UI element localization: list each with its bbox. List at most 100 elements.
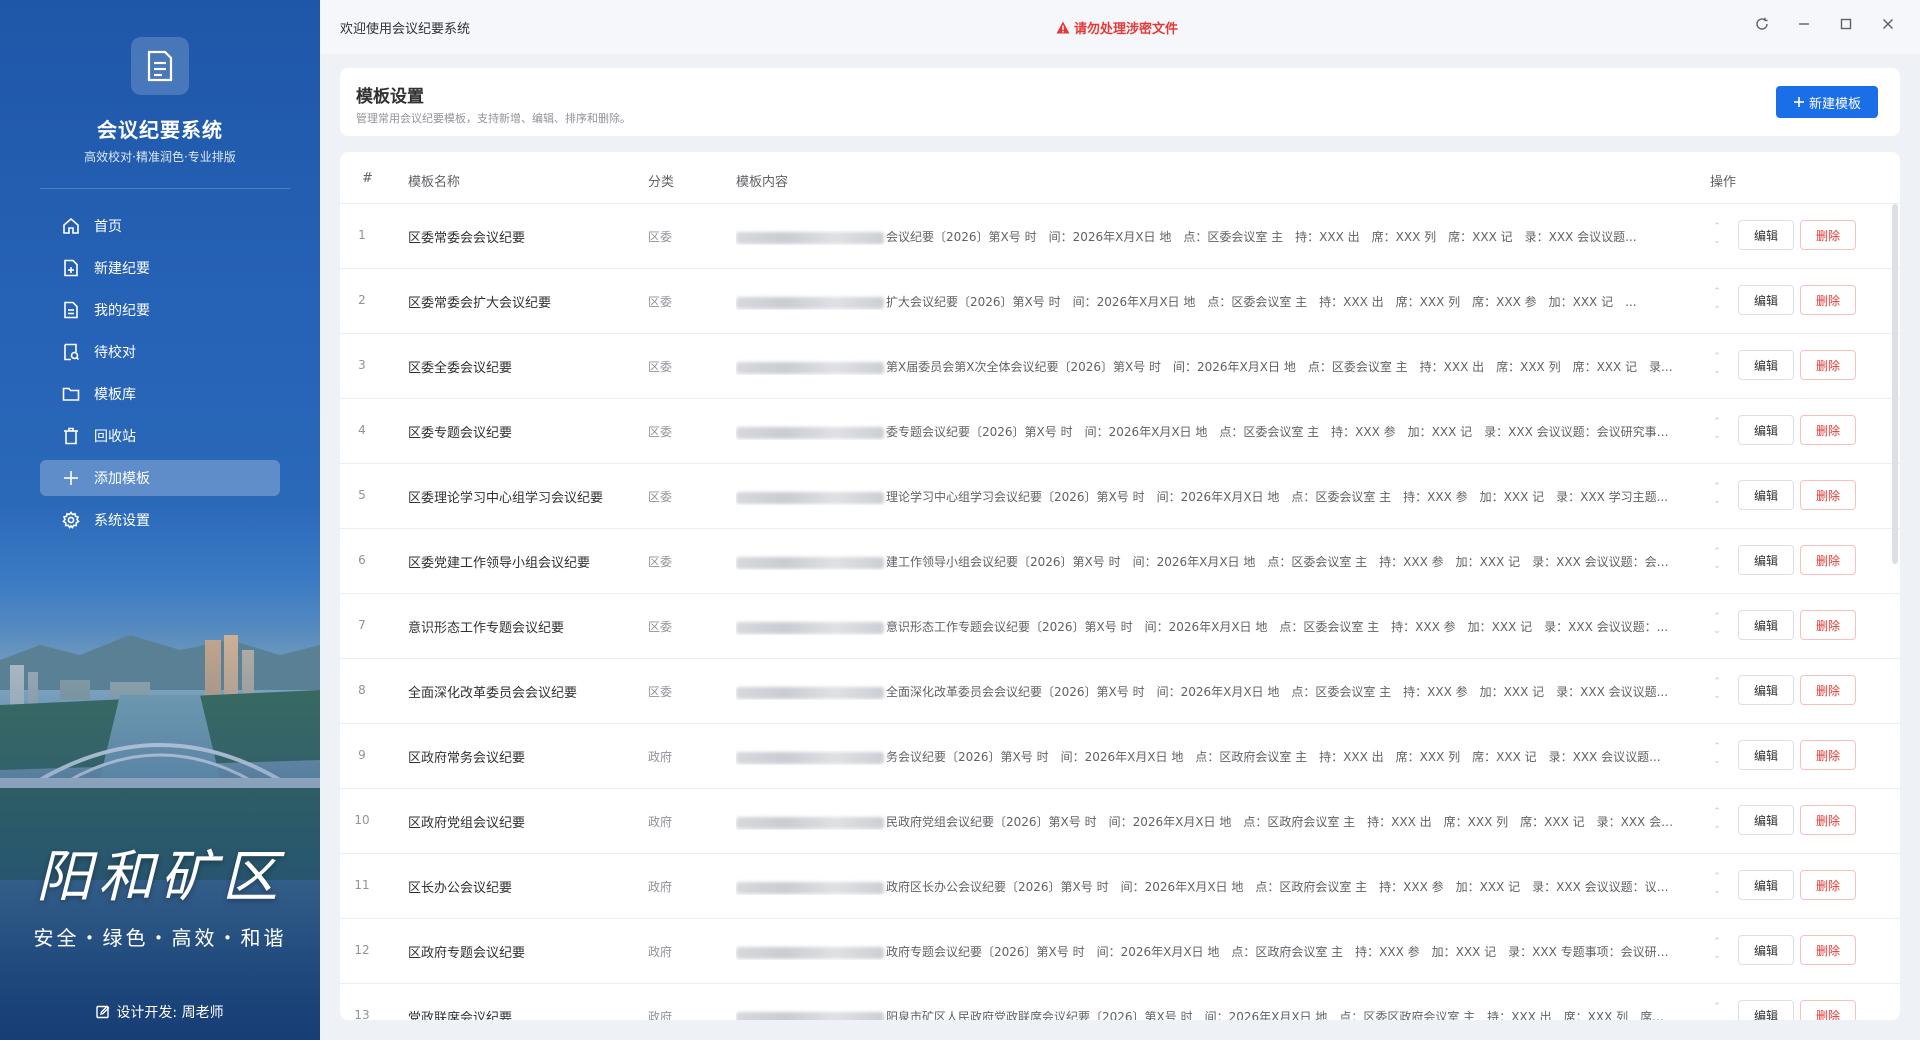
sort-handle[interactable]: ⌃⌄ (1712, 675, 1722, 703)
sort-down-icon[interactable]: ⌄ (1712, 364, 1722, 378)
sidebar-item-my-minutes[interactable]: 我的纪要 (40, 292, 280, 328)
delete-button[interactable]: 删除 (1800, 870, 1856, 900)
sort-down-icon[interactable]: ⌄ (1712, 494, 1722, 508)
sort-down-icon[interactable]: ⌄ (1712, 689, 1722, 703)
table-row[interactable]: 13 党政联席会议纪要 政府 阳泉市矿区人民政府党政联席会议纪要〔2026〕第X号 时… (340, 984, 1900, 1020)
sort-handle[interactable]: ⌃⌄ (1712, 350, 1722, 378)
edit-button[interactable]: 编辑 (1738, 285, 1794, 315)
redacted-text (736, 361, 884, 374)
sort-down-icon[interactable]: ⌄ (1712, 234, 1722, 248)
sort-handle[interactable]: ⌃⌄ (1712, 935, 1722, 963)
sort-handle[interactable]: ⌃⌄ (1712, 415, 1722, 443)
plus-icon (1793, 97, 1804, 107)
edit-button[interactable]: 编辑 (1738, 415, 1794, 445)
sort-down-icon[interactable]: ⌄ (1712, 559, 1722, 573)
sort-handle[interactable]: ⌃⌄ (1712, 545, 1722, 573)
sort-up-icon[interactable]: ⌃ (1712, 1000, 1722, 1014)
close-icon[interactable] (1880, 16, 1896, 32)
sort-down-icon[interactable]: ⌄ (1712, 819, 1722, 833)
edit-button[interactable]: 编辑 (1738, 805, 1794, 835)
table-row[interactable]: 8 全面深化改革委员会会议纪要 区委 全面深化改革委员会会议纪要〔2026〕第X号 时… (340, 659, 1900, 724)
sort-handle[interactable]: ⌃⌄ (1712, 610, 1722, 638)
table-row[interactable]: 3 区委全委会议纪要 区委 第X届委员会第X次全体会议纪要〔2026〕第X号 时 间：… (340, 334, 1900, 399)
sort-down-icon[interactable]: ⌄ (1712, 754, 1722, 768)
sort-up-icon[interactable]: ⌃ (1712, 935, 1722, 949)
sort-up-icon[interactable]: ⌃ (1712, 415, 1722, 429)
redacted-text (736, 881, 884, 894)
table-row[interactable]: 1 区委常委会会议纪要 区委 会议纪要〔2026〕第X号 时 间：2026年X月X日 … (340, 204, 1900, 269)
sort-up-icon[interactable]: ⌃ (1712, 740, 1722, 754)
edit-button[interactable]: 编辑 (1738, 1000, 1794, 1020)
delete-button[interactable]: 删除 (1800, 740, 1856, 770)
sort-down-icon[interactable]: ⌄ (1712, 624, 1722, 638)
sort-up-icon[interactable]: ⌃ (1712, 545, 1722, 559)
table-row[interactable]: 4 区委专题会议纪要 区委 委专题会议纪要〔2026〕第X号 时 间：2026年X月X… (340, 399, 1900, 464)
table-scrollbar[interactable] (1892, 204, 1898, 1014)
table-row[interactable]: 11 区长办公会议纪要 政府 政府区长办公会议纪要〔2026〕第X号 时 间：2026… (340, 854, 1900, 919)
sort-up-icon[interactable]: ⌃ (1712, 285, 1722, 299)
sort-handle[interactable]: ⌃⌄ (1712, 870, 1722, 898)
maximize-icon[interactable] (1838, 16, 1854, 32)
sort-handle[interactable]: ⌃⌄ (1712, 285, 1722, 313)
delete-button[interactable]: 删除 (1800, 220, 1856, 250)
new-template-button[interactable]: 新建模板 (1776, 86, 1878, 118)
sort-up-icon[interactable]: ⌃ (1712, 610, 1722, 624)
sort-up-icon[interactable]: ⌃ (1712, 350, 1722, 364)
sidebar-item-home[interactable]: 首页 (40, 208, 280, 244)
sort-up-icon[interactable]: ⌃ (1712, 220, 1722, 234)
column-header-category: 分类 (648, 175, 675, 190)
delete-button[interactable]: 删除 (1800, 935, 1856, 965)
table-row[interactable]: 9 区政府常务会议纪要 政府 务会议纪要〔2026〕第X号 时 间：2026年X月X日… (340, 724, 1900, 789)
table-row[interactable]: 10 区政府党组会议纪要 政府 民政府党组会议纪要〔2026〕第X号 时 间：2026… (340, 789, 1900, 854)
delete-button[interactable]: 删除 (1800, 350, 1856, 380)
edit-button[interactable]: 编辑 (1738, 350, 1794, 380)
edit-button[interactable]: 编辑 (1738, 870, 1794, 900)
sidebar-item-add-template[interactable]: 添加模板 (40, 460, 280, 496)
refresh-icon[interactable] (1754, 16, 1770, 32)
edit-button[interactable]: 编辑 (1738, 675, 1794, 705)
sidebar-item-pending-proofread[interactable]: 待校对 (40, 334, 280, 370)
delete-button[interactable]: 删除 (1800, 545, 1856, 575)
sort-up-icon[interactable]: ⌃ (1712, 480, 1722, 494)
sort-down-icon[interactable]: ⌄ (1712, 884, 1722, 898)
sort-up-icon[interactable]: ⌃ (1712, 675, 1722, 689)
sidebar-item-settings[interactable]: 系统设置 (40, 502, 280, 538)
delete-button[interactable]: 删除 (1800, 415, 1856, 445)
minimize-icon[interactable] (1796, 16, 1812, 32)
sort-down-icon[interactable]: ⌄ (1712, 1014, 1722, 1020)
edit-button[interactable]: 编辑 (1738, 480, 1794, 510)
sidebar-item-recycle-bin[interactable]: 回收站 (40, 418, 280, 454)
scrollbar-thumb[interactable] (1892, 204, 1898, 564)
row-index: 1 (358, 228, 366, 242)
sort-down-icon[interactable]: ⌄ (1712, 429, 1722, 443)
delete-button[interactable]: 删除 (1800, 805, 1856, 835)
edit-button[interactable]: 编辑 (1738, 740, 1794, 770)
edit-button[interactable]: 编辑 (1738, 610, 1794, 640)
table-row[interactable]: 6 区委党建工作领导小组会议纪要 区委 建工作领导小组会议纪要〔2026〕第X号 时 … (340, 529, 1900, 594)
sort-down-icon[interactable]: ⌄ (1712, 299, 1722, 313)
sort-handle[interactable]: ⌃⌄ (1712, 805, 1722, 833)
table-row[interactable]: 5 区委理论学习中心组学习会议纪要 区委 理论学习中心组学习会议纪要〔2026〕第X号… (340, 464, 1900, 529)
sort-handle[interactable]: ⌃⌄ (1712, 1000, 1722, 1020)
sort-handle[interactable]: ⌃⌄ (1712, 480, 1722, 508)
delete-button[interactable]: 删除 (1800, 610, 1856, 640)
delete-button[interactable]: 删除 (1800, 285, 1856, 315)
delete-button[interactable]: 删除 (1800, 675, 1856, 705)
app-name: 会议纪要系统 (97, 118, 223, 142)
delete-button[interactable]: 删除 (1800, 480, 1856, 510)
edit-button[interactable]: 编辑 (1738, 545, 1794, 575)
sort-up-icon[interactable]: ⌃ (1712, 805, 1722, 819)
sidebar-item-template-library[interactable]: 模板库 (40, 376, 280, 412)
sort-handle[interactable]: ⌃⌄ (1712, 740, 1722, 768)
sidebar-item-new-minutes[interactable]: 新建纪要 (40, 250, 280, 286)
sort-up-icon[interactable]: ⌃ (1712, 870, 1722, 884)
table-row[interactable]: 2 区委常委会扩大会议纪要 区委 扩大会议纪要〔2026〕第X号 时 间：2026年X… (340, 269, 1900, 334)
template-category: 政府 (648, 945, 673, 959)
sort-handle[interactable]: ⌃⌄ (1712, 220, 1722, 248)
table-row[interactable]: 7 意识形态工作专题会议纪要 区委 意识形态工作专题会议纪要〔2026〕第X号 时 间… (340, 594, 1900, 659)
table-row[interactable]: 12 区政府专题会议纪要 政府 政府专题会议纪要〔2026〕第X号 时 间：2026年… (340, 919, 1900, 984)
delete-button[interactable]: 删除 (1800, 1000, 1856, 1020)
edit-button[interactable]: 编辑 (1738, 935, 1794, 965)
edit-button[interactable]: 编辑 (1738, 220, 1794, 250)
sort-down-icon[interactable]: ⌄ (1712, 949, 1722, 963)
